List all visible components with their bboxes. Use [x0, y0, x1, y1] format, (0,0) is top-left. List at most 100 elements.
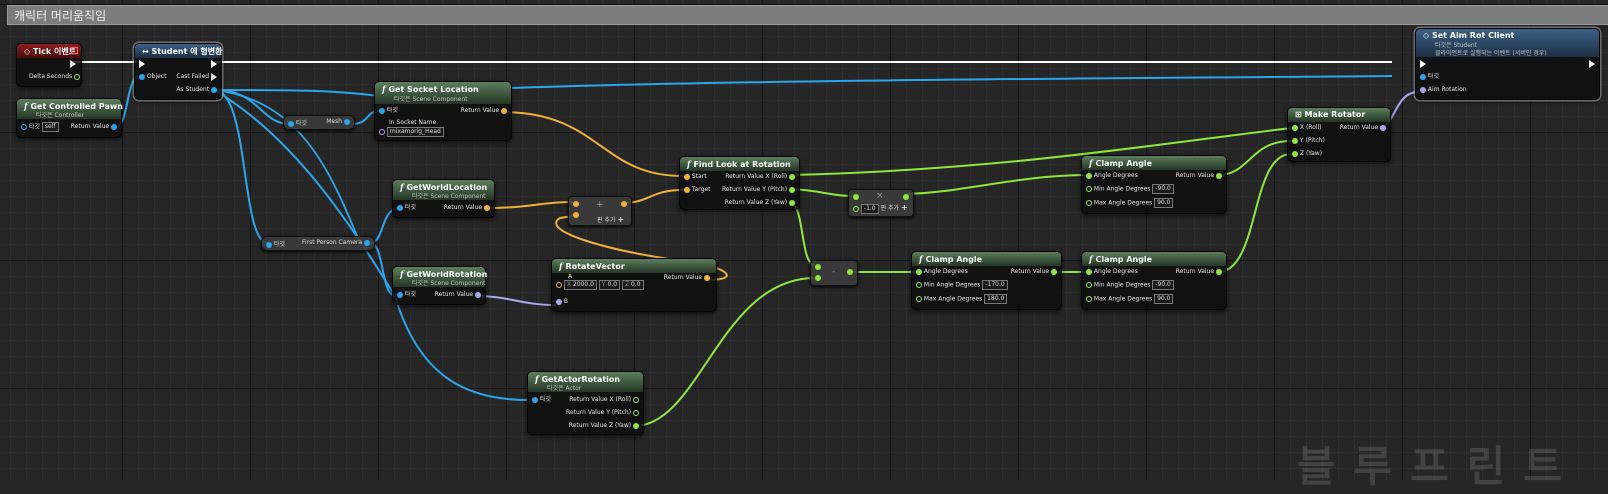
get-controlled-pawn-node[interactable]: f Get Controlled Pawn 타깃은 Controller 타깃 s… [16, 98, 123, 138]
add-pin-icon[interactable]: + [901, 203, 908, 212]
first-person-camera-pin[interactable] [364, 239, 370, 246]
mesh-pin[interactable] [344, 118, 350, 125]
angle-degrees-pin[interactable] [1086, 268, 1092, 275]
return-value-pin[interactable] [484, 204, 490, 211]
aim-rotation-pin[interactable] [1420, 86, 1426, 93]
set-aim-rot-client-node[interactable]: ◇ Set Aim Rot Client 타깃은 Student 클라이언트로 … [1415, 28, 1600, 100]
tick-event-node[interactable]: ◇ Tick 이벤트 Delta Seconds [16, 43, 82, 87]
target-pin[interactable] [288, 120, 294, 127]
pitch-pin[interactable] [789, 186, 795, 193]
a-pin[interactable] [556, 282, 562, 288]
get-actor-rotation-node[interactable]: f GetActorRotation 타깃은 Actor 타깃 Return Va… [527, 371, 644, 435]
min-angle-pin[interactable] [916, 282, 922, 288]
roll-pin[interactable] [789, 173, 795, 180]
exec-out-pin[interactable] [1589, 59, 1595, 68]
clamp-angle-yaw-final-node[interactable]: f Clamp Angle Angle Degrees Return Value … [1081, 251, 1227, 310]
mesh-getter-node[interactable]: 타깃 Mesh [283, 115, 355, 130]
max-angle-pin[interactable] [916, 296, 922, 302]
clamp-angle-pitch-node[interactable]: f Clamp Angle Angle Degrees Return Value … [1081, 155, 1227, 214]
yaw-pin[interactable] [633, 422, 639, 429]
max-angle-field[interactable]: 180.0 [984, 294, 1008, 304]
roll-pin[interactable] [1292, 124, 1298, 131]
delegate-pin-icon[interactable] [71, 47, 78, 54]
subtract-node[interactable]: - [810, 260, 858, 286]
target-pin[interactable] [266, 241, 272, 248]
a-pin[interactable] [815, 263, 821, 270]
y-field[interactable]: 0.0 [607, 281, 617, 288]
a-pin[interactable] [853, 193, 859, 200]
in-socket-name-pin[interactable] [379, 129, 385, 135]
angle-degrees-pin[interactable] [916, 268, 922, 275]
rotate-vector-node[interactable]: f RotateVector A X 2000.0 Y 0.0 Z 0.0 Ret… [551, 258, 717, 312]
return-value-pin[interactable] [1051, 268, 1057, 275]
return-value-pin[interactable] [1216, 172, 1222, 179]
min-angle-field[interactable]: -90.0 [1152, 280, 1174, 290]
return-value-pin[interactable] [621, 200, 627, 207]
exec-in-pin[interactable] [1420, 59, 1426, 68]
start-pin[interactable] [684, 173, 690, 180]
get-socket-location-node[interactable]: f Get Socket Location 타깃은 Scene Component… [374, 81, 512, 141]
z-field[interactable]: 0.0 [631, 281, 641, 288]
x-field[interactable]: 2000.0 [573, 281, 594, 288]
socket-name-field[interactable]: mixamorig_Head [386, 127, 444, 137]
min-angle-field[interactable]: -170.0 [982, 280, 1008, 290]
multiply-value-field[interactable]: -1.0 [860, 203, 879, 214]
max-angle-field[interactable]: 90.0 [1154, 294, 1174, 304]
first-person-camera-getter-node[interactable]: 타깃 First Person Camera [261, 236, 375, 251]
target-pin[interactable] [532, 396, 538, 403]
max-angle-pin[interactable] [1086, 200, 1092, 206]
find-look-at-rotation-node[interactable]: f Find Look at Rotation Start Target Retu… [679, 156, 800, 210]
return-value-pin[interactable] [847, 268, 853, 275]
min-angle-field[interactable]: -90.0 [1152, 184, 1174, 194]
yaw-pin[interactable] [789, 199, 795, 206]
rx-label: Return Value X (Roll) [569, 396, 632, 403]
return-value-pin[interactable] [704, 274, 710, 281]
target-pin[interactable] [397, 204, 403, 211]
target-pin[interactable] [397, 291, 403, 298]
min-angle-pin[interactable] [1086, 186, 1092, 192]
clamp-angle-yaw-node[interactable]: f Clamp Angle Angle Degrees Return Value … [911, 251, 1062, 310]
return-value-pin[interactable] [1216, 268, 1222, 275]
a-pin[interactable] [573, 200, 579, 207]
multiply-node[interactable]: × -1.0 핀 추가 + [848, 189, 914, 217]
cast-to-student-node[interactable]: ↔ Student 에 형변환 Object Cast Failed As St… [134, 43, 222, 100]
add-pin-icon[interactable]: + [617, 215, 624, 224]
vector-add-node[interactable]: + 핀 추가 + [568, 196, 632, 226]
target-pin[interactable] [684, 186, 690, 193]
min-angle-pin[interactable] [1086, 282, 1092, 288]
b-pin[interactable] [573, 211, 579, 218]
target-self-field[interactable]: self [41, 122, 59, 132]
max-angle-field[interactable]: 90.0 [1154, 198, 1174, 208]
max-angle-pin[interactable] [1086, 296, 1092, 302]
get-world-rotation-node[interactable]: f GetWorldRotation 타깃은 Scene Component 타깃… [392, 266, 487, 305]
target-pin[interactable] [1420, 73, 1426, 80]
angle-degrees-pin[interactable] [1086, 172, 1092, 179]
delta-seconds-pin[interactable] [74, 73, 81, 80]
return-value-pin[interactable] [1380, 124, 1386, 131]
exec-out-pin[interactable] [70, 59, 76, 68]
subtract-operator: - [832, 267, 836, 277]
exec-in-pin[interactable] [139, 59, 145, 68]
return-value-pin[interactable] [475, 291, 481, 298]
return-value-pin[interactable] [501, 107, 507, 114]
pitch-pin[interactable] [633, 409, 639, 416]
target-pin[interactable] [21, 124, 27, 130]
as-student-pin[interactable] [211, 86, 217, 93]
yaw-pin[interactable] [1292, 150, 1298, 157]
object-in-pin[interactable] [139, 73, 145, 80]
pitch-pin[interactable] [1292, 137, 1298, 144]
multiply-operator: × [876, 191, 884, 201]
b-pin[interactable] [815, 274, 821, 281]
blueprint-graph-canvas[interactable]: 캐릭터 머리움직임 ◇ Tick 이벤트 Delta Seconds ↔ Stu… [0, 0, 1608, 491]
cast-failed-pin[interactable] [211, 72, 217, 81]
target-pin[interactable] [379, 107, 385, 114]
exec-out-pin[interactable] [211, 59, 217, 68]
target-label: 타깃 [404, 291, 416, 298]
b-pin[interactable] [853, 205, 859, 212]
get-world-location-node[interactable]: f GetWorldLocation 타깃은 Scene Component 타깃… [392, 179, 495, 218]
b-pin[interactable] [556, 298, 562, 305]
roll-pin[interactable] [633, 396, 639, 403]
return-value-pin[interactable] [111, 123, 117, 130]
return-value-pin[interactable] [903, 193, 909, 200]
make-rotator-node[interactable]: ⊞ Make Rotator X (Roll) Y (Pitch) Z (Yaw… [1287, 107, 1391, 162]
